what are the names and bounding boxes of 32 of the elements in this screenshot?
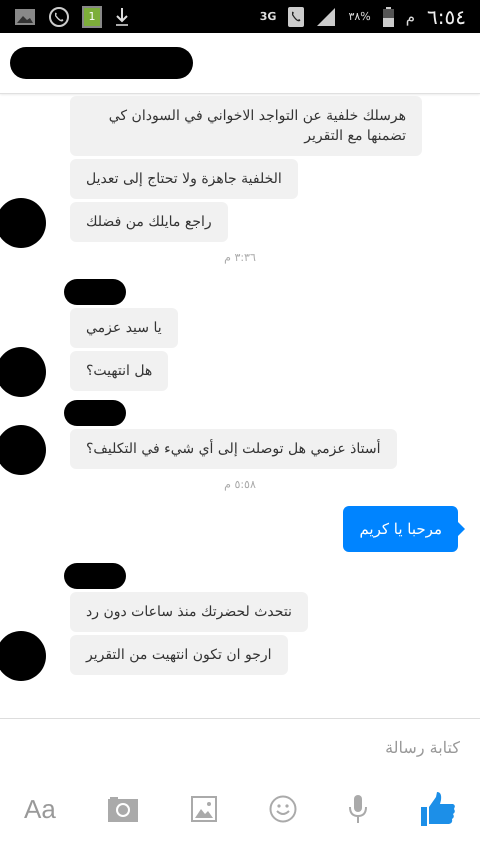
am-pm: م [406,8,416,26]
battery-icon [382,6,394,26]
message-time: ٣:٣٦ م [224,251,256,264]
message-bubble: الخلفية جاهزة ولا تحتاج إلى تعديل [70,159,298,199]
download-icon [114,6,130,26]
message-bubble: هل انتهيت؟ [70,351,168,391]
picture-icon [14,8,36,26]
message-bubble: نتحدث لحضرتك منذ ساعات دون رد [70,592,308,632]
text-style-button[interactable]: Aa [24,794,56,824]
microphone-icon[interactable] [348,794,368,824]
message-bubble: ارجو ان تكون انتهيت من التقرير [70,635,288,675]
message-bubble: راجع مايلك من فضلك [70,202,228,242]
image-icon[interactable] [191,796,218,822]
message-time: ٥:٥٨ م [224,478,256,491]
battery-percent: ٣٨% [348,10,371,23]
redaction-mark [64,563,126,589]
bubble-pointer [458,522,465,536]
redaction-mark [64,400,126,426]
message-bubble: أستاذ عزمي هل توصلت إلى أي شيء في التكليف؟ [70,429,396,469]
camera-icon[interactable] [107,795,140,823]
clock-time: ٦:٥٤ [427,4,466,28]
redaction-mark [64,279,126,305]
phone-bubble-icon [48,6,70,28]
phone-icon [288,6,304,26]
notification-badge: 1 [82,6,102,28]
message-bubble: هرسلك خلفية عن التواجد الاخواني في السودان كي تضمنها مع التقرير [70,96,422,156]
smiley-icon[interactable] [268,795,297,823]
signal-icon [316,6,336,26]
network-type: 3G [260,10,276,23]
message-bubble: يا سيد عزمي [70,308,178,348]
thumbs-up-icon[interactable] [420,791,456,827]
sent-message: مرحبا يا كريم [343,506,458,552]
